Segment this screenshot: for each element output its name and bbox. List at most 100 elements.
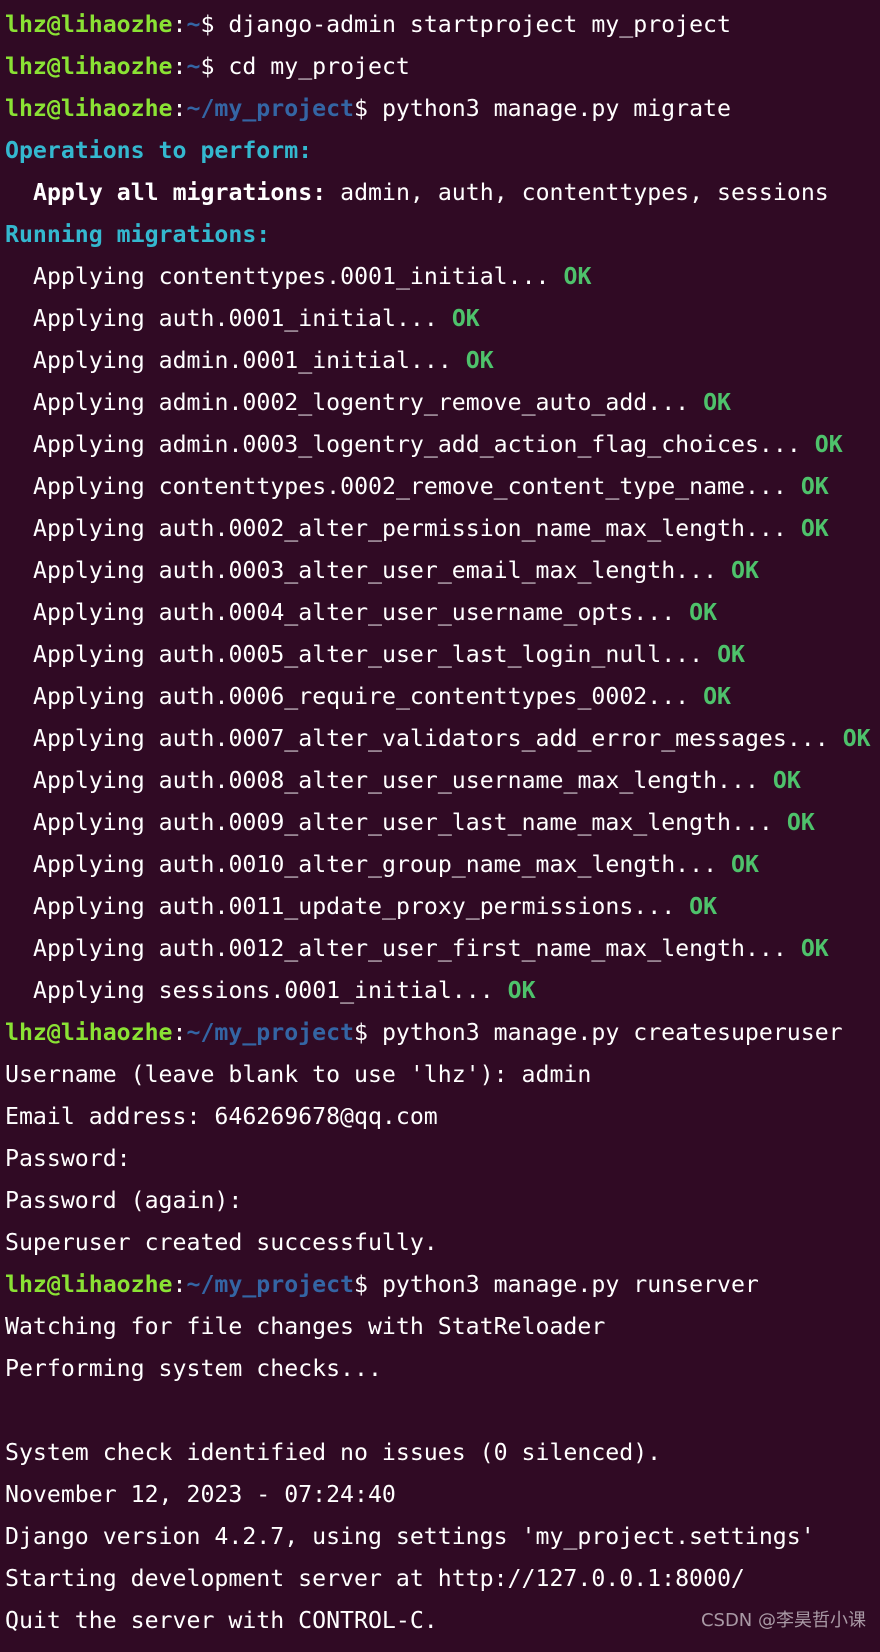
ok-status: OK	[689, 893, 718, 920]
command-text: python3 manage.py createsuperuser	[381, 1019, 843, 1046]
migration-text: Applying auth.0004_alter_user_username_o…	[33, 599, 676, 626]
ok-status: OK	[507, 977, 536, 1004]
command-line-cd: lhz@lihaozhe:~$ cd my_project	[5, 46, 880, 88]
migration-line: Applying auth.0009_alter_user_last_name_…	[5, 802, 880, 844]
prompt-path: ~/my_project	[186, 1019, 355, 1046]
ok-status: OK	[717, 641, 745, 668]
migration-line: Applying auth.0006_require_contenttypes_…	[5, 676, 880, 718]
migration-line: Applying auth.0003_alter_user_email_max_…	[5, 550, 880, 592]
datetime-line: November 12, 2023 - 07:24:40	[5, 1481, 396, 1508]
prompt-dollar: $	[354, 1019, 382, 1046]
operations-heading: Operations to perform:	[5, 137, 313, 164]
migration-text: Applying auth.0011_update_proxy_permissi…	[33, 893, 676, 920]
migration-text: Applying auth.0007_alter_validators_add_…	[33, 725, 829, 752]
ok-status: OK	[842, 725, 871, 752]
migration-line: Applying auth.0011_update_proxy_permissi…	[5, 886, 880, 928]
ok-status: OK	[800, 473, 829, 500]
migration-line: Applying auth.0002_alter_permission_name…	[5, 508, 880, 550]
migration-text: Applying sessions.0001_initial...	[33, 977, 494, 1004]
migration-line: Applying contenttypes.0002_remove_conten…	[5, 466, 880, 508]
ok-status: OK	[465, 347, 494, 374]
prompt-user-host: lhz@lihaozhe	[5, 53, 173, 80]
prompt-user-host: lhz@lihaozhe	[5, 1019, 173, 1046]
prompt-separator: :	[172, 95, 187, 122]
migration-line: Applying sessions.0001_initial... OK	[5, 970, 880, 1012]
migration-text: Applying admin.0003_logentry_add_action_…	[33, 431, 801, 458]
prompt-dollar: $	[200, 53, 229, 80]
prompt-path: ~/my_project	[186, 1271, 355, 1298]
migration-text: Applying admin.0002_logentry_remove_auto…	[33, 389, 690, 416]
username-line: Username (leave blank to use 'lhz'): adm…	[5, 1061, 592, 1088]
password-again-line: Password (again):	[5, 1187, 243, 1214]
prompt-user-host: lhz@lihaozhe	[5, 11, 173, 38]
ok-status: OK	[814, 431, 843, 458]
ok-status: OK	[451, 305, 480, 332]
command-line-createsuperuser: lhz@lihaozhe:~/my_project$ python3 manag…	[5, 1012, 880, 1054]
command-text: django-admin startproject my_project	[228, 11, 731, 38]
migration-line: Applying auth.0008_alter_user_username_m…	[5, 760, 880, 802]
migration-line: Applying contenttypes.0001_initial... OK	[5, 256, 880, 298]
ok-status: OK	[703, 389, 732, 416]
migration-line: Applying auth.0001_initial... OK	[5, 298, 880, 340]
prompt-dollar: $	[200, 11, 229, 38]
prompt-user-host: lhz@lihaozhe	[5, 95, 173, 122]
migration-line: Applying admin.0003_logentry_add_action_…	[5, 424, 880, 466]
csdn-watermark: CSDN @李昊哲小课	[700, 1610, 866, 1631]
ok-status: OK	[731, 557, 759, 584]
apply-all-value: admin, auth, contenttypes, sessions	[326, 179, 829, 206]
django-version-line: Django version 4.2.7, using settings 'my…	[5, 1523, 815, 1550]
migration-text: Applying auth.0010_alter_group_name_max_…	[33, 851, 718, 878]
migration-text: Applying auth.0008_alter_user_username_m…	[33, 767, 759, 794]
ok-status: OK	[731, 851, 759, 878]
migration-line: Applying admin.0002_logentry_remove_auto…	[5, 382, 880, 424]
command-line-runserver: lhz@lihaozhe:~/my_project$ python3 manag…	[5, 1264, 880, 1306]
ok-status: OK	[563, 263, 592, 290]
migration-text: Applying contenttypes.0001_initial...	[33, 263, 550, 290]
prompt-path: ~	[186, 53, 201, 80]
migration-text: Applying auth.0009_alter_user_last_name_…	[33, 809, 773, 836]
starting-server-line: Starting development server at http://12…	[5, 1565, 745, 1592]
migration-line: Applying admin.0001_initial... OK	[5, 340, 880, 382]
prompt-user-host: lhz@lihaozhe	[5, 1271, 173, 1298]
ok-status: OK	[703, 683, 732, 710]
apply-all-label: Apply all migrations:	[33, 179, 327, 206]
migration-line: Applying auth.0012_alter_user_first_name…	[5, 928, 880, 970]
ok-status: OK	[800, 935, 829, 962]
migration-text: Applying auth.0003_alter_user_email_max_…	[33, 557, 718, 584]
prompt-separator: :	[172, 1019, 187, 1046]
migration-line: Applying auth.0010_alter_group_name_max_…	[5, 844, 880, 886]
command-text: python3 manage.py runserver	[381, 1271, 759, 1298]
ok-status: OK	[800, 515, 829, 542]
password-line: Password:	[5, 1145, 131, 1172]
migration-list: Applying contenttypes.0001_initial... OK…	[5, 256, 880, 1012]
command-text: cd my_project	[228, 53, 410, 80]
command-text: python3 manage.py migrate	[381, 95, 731, 122]
prompt-dollar: $	[354, 95, 382, 122]
migration-text: Applying auth.0005_alter_user_last_login…	[33, 641, 704, 668]
prompt-separator: :	[172, 53, 187, 80]
ok-status: OK	[772, 767, 801, 794]
migration-text: Applying auth.0001_initial...	[33, 305, 438, 332]
prompt-separator: :	[172, 11, 187, 38]
ok-status: OK	[689, 599, 718, 626]
ok-status: OK	[786, 809, 815, 836]
prompt-dollar: $	[354, 1271, 382, 1298]
migration-line: Applying auth.0005_alter_user_last_login…	[5, 634, 880, 676]
superuser-success-line: Superuser created successfully.	[5, 1229, 438, 1256]
migration-line: Applying auth.0004_alter_user_username_o…	[5, 592, 880, 634]
command-line-migrate: lhz@lihaozhe:~/my_project$ python3 manag…	[5, 88, 880, 130]
check-result-line: System check identified no issues (0 sil…	[5, 1439, 662, 1466]
migration-text: Applying auth.0012_alter_user_first_name…	[33, 935, 787, 962]
running-heading: Running migrations:	[5, 221, 271, 248]
migration-text: Applying contenttypes.0002_remove_conten…	[33, 473, 787, 500]
email-line: Email address: 646269678@qq.com	[5, 1103, 438, 1130]
apply-all-line: Apply all migrations: admin, auth, conte…	[5, 172, 880, 214]
migration-text: Applying admin.0001_initial...	[33, 347, 452, 374]
prompt-path: ~	[186, 11, 201, 38]
terminal-window[interactable]: lhz@lihaozhe:~$ django-admin startprojec…	[0, 0, 880, 1652]
migration-text: Applying auth.0002_alter_permission_name…	[33, 515, 787, 542]
prompt-path: ~/my_project	[186, 95, 355, 122]
migration-line: Applying auth.0007_alter_validators_add_…	[5, 718, 880, 760]
migration-text: Applying auth.0006_require_contenttypes_…	[33, 683, 690, 710]
